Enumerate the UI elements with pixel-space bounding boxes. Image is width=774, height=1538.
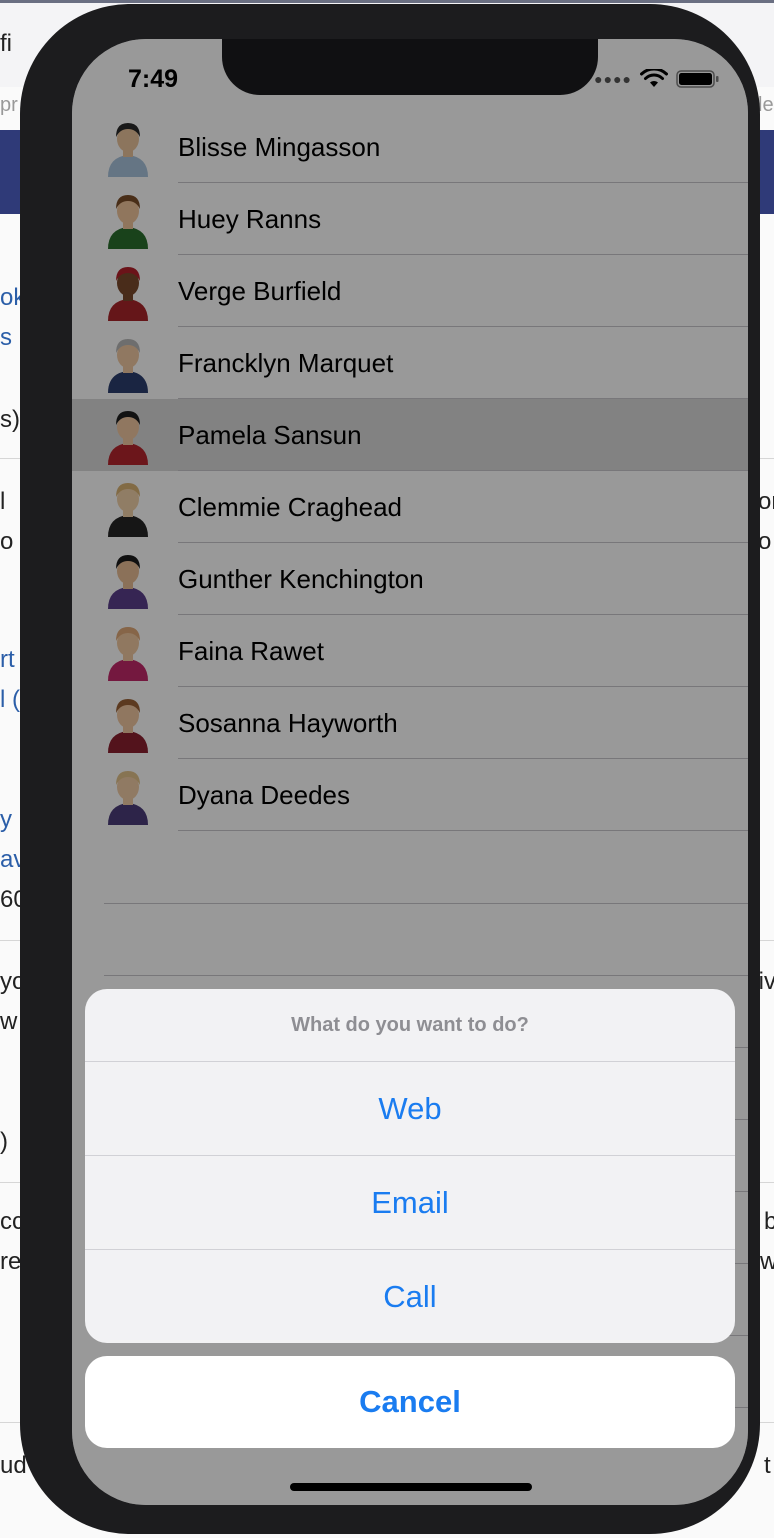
phone-screen: 7:49 ●●●● Blisse Mingasson Huey Ranns Verg… [72, 39, 748, 1505]
page-text-fragment: t [764, 1452, 771, 1479]
page-text-fragment: l [0, 488, 6, 515]
page-text-fragment: or [758, 488, 774, 515]
page-text-fragment: w [760, 1248, 774, 1275]
phone-frame: 7:49 ●●●● Blisse Mingasson Huey Ranns Verg… [20, 4, 760, 1534]
page-link-fragment[interactable]: l ( [0, 686, 20, 714]
page-text-fragment: re [0, 1248, 22, 1275]
call-action-button[interactable]: Call [85, 1250, 735, 1343]
page-text-fragment: s) [0, 406, 20, 433]
web-action-button[interactable]: Web [85, 1062, 735, 1156]
cancel-button[interactable]: Cancel [85, 1356, 735, 1448]
page-text-fragment: pr [0, 94, 18, 116]
page-link-fragment[interactable]: s [0, 324, 12, 352]
page-link-fragment[interactable]: rt [0, 646, 15, 674]
page-text-fragment: o [758, 528, 772, 555]
action-sheet-title: What do you want to do? [85, 989, 735, 1062]
action-sheet: What do you want to do? Web Email Call [85, 989, 735, 1343]
page-text-fragment: le [758, 94, 774, 116]
home-indicator[interactable] [290, 1483, 532, 1491]
email-action-button[interactable]: Email [85, 1156, 735, 1250]
page-text-fragment: ud [0, 1452, 27, 1479]
page-text-fragment: w [0, 1008, 18, 1035]
page-text-fragment: ) [0, 1128, 8, 1155]
page-text-fragment: fi [0, 30, 12, 57]
page-text-fragment: b [764, 1208, 774, 1235]
